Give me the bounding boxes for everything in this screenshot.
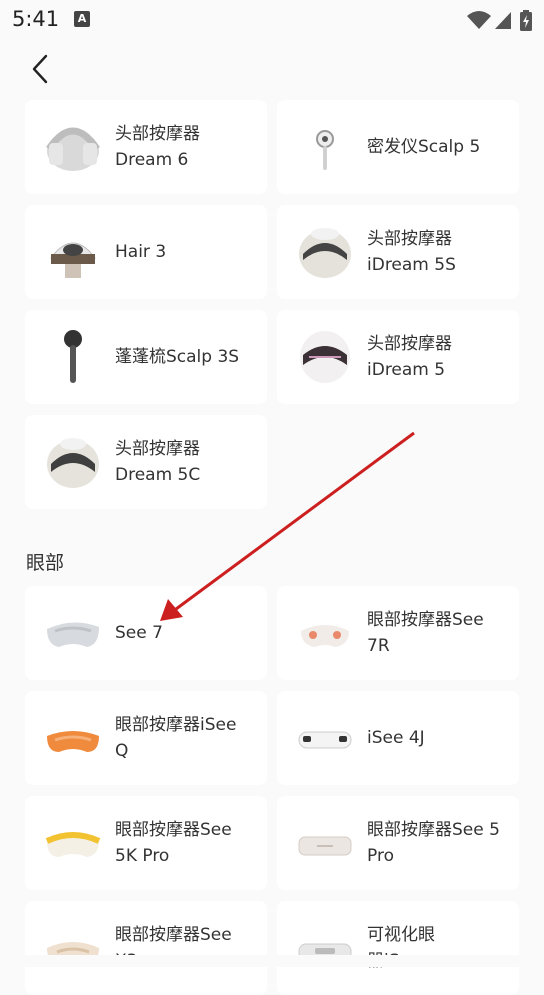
product-label: 密发仪Scalp 5 xyxy=(367,137,481,157)
wifi-icon xyxy=(467,11,491,29)
product-card-see5kpro[interactable]: 眼部按摩器See 5K Pro xyxy=(25,796,267,890)
head-massager-icon xyxy=(47,438,99,488)
product-label: See 7 xyxy=(115,623,163,643)
product-card-isee4j[interactable]: iSee 4J xyxy=(277,691,519,785)
product-label: 头部按摩器 iDream 5S xyxy=(367,229,456,275)
product-label: 眼部按摩器See 5K Pro xyxy=(115,820,232,866)
head-massager-icon xyxy=(299,228,351,278)
product-card-see5pro[interactable]: 眼部按摩器See 5 Pro xyxy=(277,796,519,890)
product-card-see7[interactable]: See 7 xyxy=(25,586,267,680)
product-label: 可视化眼 器iSee xyxy=(367,925,435,971)
head-massager-icon xyxy=(46,127,100,171)
product-label: Hair 3 xyxy=(115,242,167,262)
section-title-eye: 眼部 xyxy=(26,552,65,574)
product-label: 头部按摩器 iDream 5 xyxy=(367,334,452,380)
product-card-idream5[interactable]: 头部按摩器 iDream 5 xyxy=(277,310,519,404)
eye-massager-icon xyxy=(301,625,349,647)
product-card-see7r[interactable]: 眼部按摩器See 7R xyxy=(277,586,519,680)
product-card-scalp5[interactable]: 密发仪Scalp 5 xyxy=(277,100,519,194)
back-chevron-icon[interactable] xyxy=(26,52,56,88)
scalp-device-icon xyxy=(316,130,334,170)
product-label: 蓬蓬梳Scalp 3S xyxy=(115,347,240,367)
product-card-iseeq[interactable]: 眼部按摩器iSee Q xyxy=(25,691,267,785)
eye-massager-icon xyxy=(298,943,352,963)
product-label: 头部按摩器 Dream 5C xyxy=(115,439,201,485)
signal-icon xyxy=(495,12,511,29)
product-card-dream5c[interactable]: 头部按摩器 Dream 5C xyxy=(25,415,267,509)
status-bar: 5:41 A xyxy=(0,0,544,38)
product-card-dream6[interactable]: 头部按摩器 Dream 6 xyxy=(25,100,267,194)
hair-device-icon xyxy=(50,242,96,278)
product-card-scalp3s[interactable]: 蓬蓬梳Scalp 3S xyxy=(25,310,267,404)
product-card-idream5s[interactable]: 头部按摩器 iDream 5S xyxy=(277,205,519,299)
product-card-hair3[interactable]: Hair 3 xyxy=(25,205,267,299)
eye-massager-icon xyxy=(47,731,99,752)
notification-icon: A xyxy=(74,11,90,27)
product-label: iSee 4J xyxy=(367,728,425,748)
eye-massager-icon xyxy=(298,836,352,856)
product-label: 眼部按摩器See 5 Pro xyxy=(367,820,500,866)
scalp-comb-icon xyxy=(64,330,82,383)
product-card-isee-visual[interactable]: 可视化眼 器iSee xyxy=(277,901,519,995)
eye-massager-icon xyxy=(45,832,101,857)
head-massager-icon xyxy=(300,331,350,383)
eye-massager-icon xyxy=(47,942,99,964)
product-label: 头部按摩器 Dream 6 xyxy=(115,124,200,170)
eye-massager-icon xyxy=(47,622,99,647)
eye-massager-icon xyxy=(298,731,352,749)
product-card-seex3[interactable]: 眼部按摩器See X3 xyxy=(25,901,267,995)
status-time: 5:41 xyxy=(12,7,60,31)
battery-icon xyxy=(520,10,532,31)
product-label: 眼部按摩器See X3 xyxy=(115,925,232,971)
product-label: 眼部按摩器See 7R xyxy=(367,610,484,656)
product-label: 眼部按摩器iSee Q xyxy=(115,715,237,761)
bottom-edge xyxy=(0,955,544,967)
